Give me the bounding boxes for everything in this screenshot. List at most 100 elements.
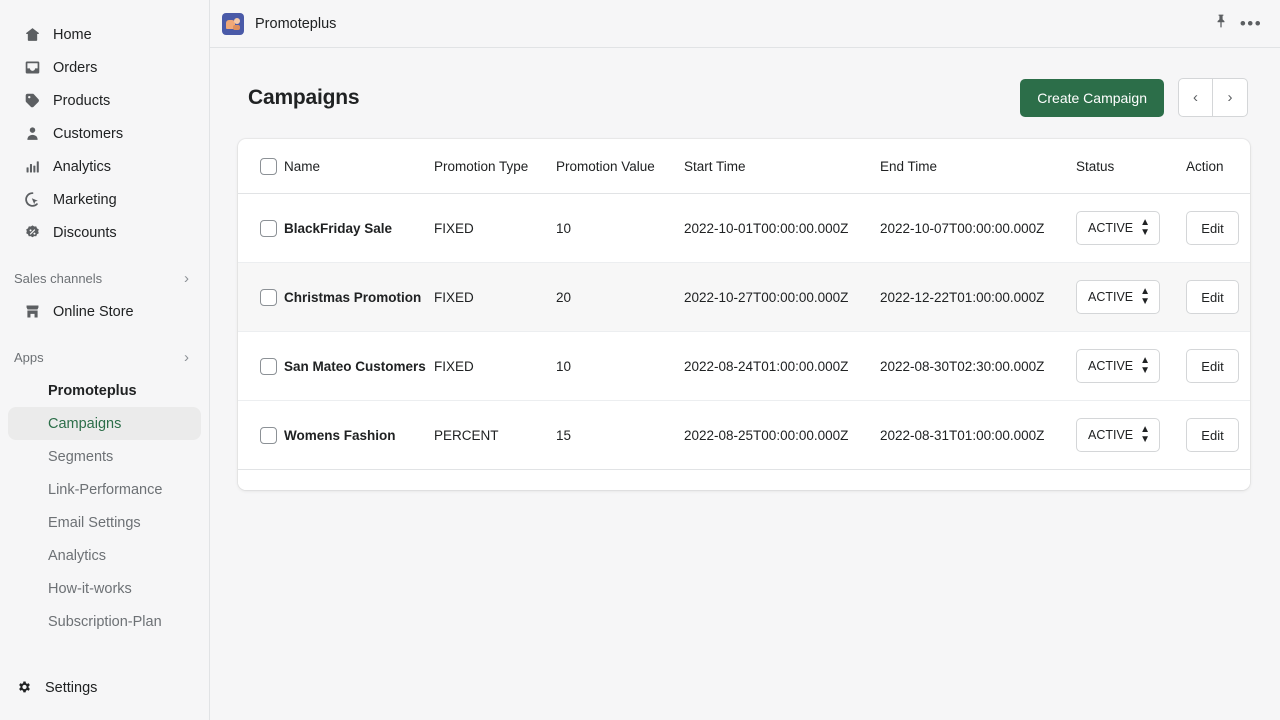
page-header: Campaigns Create Campaign ‹ › (238, 78, 1250, 117)
sidebar-subitem-label: Segments (48, 449, 113, 465)
select-arrows-icon: ▲▼ (1140, 218, 1150, 238)
sidebar-item-label: Analytics (53, 159, 111, 175)
sidebar: Home Orders Products Customers Analytics (0, 0, 210, 720)
apps-label: Apps (14, 350, 44, 365)
column-header-end-time[interactable]: End Time (880, 139, 1076, 194)
cell-end-time: 2022-12-22T01:00:00.000Z (880, 263, 1076, 332)
sidebar-item-label: Settings (45, 680, 97, 696)
row-checkbox[interactable] (260, 427, 277, 444)
row-checkbox[interactable] (260, 289, 277, 306)
campaigns-table-card: Name Promotion Type Promotion Value Star… (238, 139, 1250, 490)
cell-promotion-type: PERCENT (434, 401, 556, 470)
sidebar-item-label: Marketing (53, 192, 117, 208)
sidebar-subitem-label: Promoteplus (48, 383, 137, 399)
column-header-name[interactable]: Name (284, 139, 434, 194)
cell-promotion-value: 20 (556, 263, 684, 332)
status-select[interactable]: ACTIVE ▲▼ (1076, 211, 1160, 245)
orders-icon (22, 58, 42, 78)
sidebar-item-subscription-plan[interactable]: Subscription-Plan (8, 605, 201, 638)
status-select[interactable]: ACTIVE ▲▼ (1076, 418, 1160, 452)
cell-action: Edit (1186, 194, 1250, 263)
page-actions: Create Campaign ‹ › (1020, 78, 1248, 117)
column-header-status[interactable]: Status (1076, 139, 1186, 194)
person-icon (22, 124, 42, 144)
chevron-right-icon: › (184, 271, 193, 286)
cell-name: Christmas Promotion (284, 263, 434, 332)
sidebar-item-label: Products (53, 93, 110, 109)
cell-start-time: 2022-08-24T01:00:00.000Z (684, 332, 880, 401)
cell-status: ACTIVE ▲▼ (1076, 401, 1186, 470)
edit-button[interactable]: Edit (1186, 349, 1239, 383)
sidebar-subitem-label: Campaigns (48, 416, 121, 432)
sidebar-section-apps[interactable]: Apps › (8, 342, 201, 372)
row-checkbox[interactable] (260, 220, 277, 237)
cell-promotion-value: 10 (556, 194, 684, 263)
sidebar-item-link-performance[interactable]: Link-Performance (8, 473, 201, 506)
sidebar-item-customers[interactable]: Customers (8, 117, 201, 150)
row-select-cell (238, 194, 284, 263)
status-select-value: ACTIVE (1088, 290, 1133, 304)
column-header-promotion-value[interactable]: Promotion Value (556, 139, 684, 194)
app-chip[interactable]: Promoteplus (222, 13, 336, 35)
next-page-button[interactable]: › (1213, 78, 1248, 117)
cell-start-time: 2022-08-25T00:00:00.000Z (684, 401, 880, 470)
sidebar-item-online-store[interactable]: Online Store (8, 295, 201, 328)
sidebar-item-orders[interactable]: Orders (8, 51, 201, 84)
sales-channels-label: Sales channels (14, 271, 102, 286)
pushpin-icon (1213, 13, 1229, 34)
select-arrows-icon: ▲▼ (1140, 287, 1150, 307)
sidebar-item-marketing[interactable]: Marketing (8, 183, 201, 216)
pin-button[interactable] (1206, 9, 1236, 39)
cursor-target-icon (22, 190, 42, 210)
sidebar-item-promoteplus[interactable]: Promoteplus (8, 374, 201, 407)
status-select[interactable]: ACTIVE ▲▼ (1076, 349, 1160, 383)
sidebar-subitem-label: Email Settings (48, 515, 141, 531)
sidebar-item-analytics[interactable]: Analytics (8, 150, 201, 183)
cell-promotion-type: FIXED (434, 194, 556, 263)
cell-status: ACTIVE ▲▼ (1076, 263, 1186, 332)
sidebar-item-home[interactable]: Home (8, 18, 201, 51)
sidebar-item-email-settings[interactable]: Email Settings (8, 506, 201, 539)
cell-promotion-type: FIXED (434, 263, 556, 332)
edit-button[interactable]: Edit (1186, 211, 1239, 245)
prev-page-button[interactable]: ‹ (1178, 78, 1213, 117)
sidebar-item-settings[interactable]: Settings (0, 678, 210, 698)
cell-promotion-value: 10 (556, 332, 684, 401)
create-campaign-button[interactable]: Create Campaign (1020, 79, 1164, 117)
sidebar-section-sales-channels[interactable]: Sales channels › (8, 263, 201, 293)
cell-name: San Mateo Customers (284, 332, 434, 401)
row-select-cell (238, 401, 284, 470)
status-select[interactable]: ACTIVE ▲▼ (1076, 280, 1160, 314)
table-body: BlackFriday Sale FIXED 10 2022-10-01T00:… (238, 194, 1250, 470)
sidebar-item-app-analytics[interactable]: Analytics (8, 539, 201, 572)
promoteplus-app-icon (222, 13, 244, 35)
sidebar-item-label: Discounts (53, 225, 117, 241)
page-title: Campaigns (248, 86, 359, 110)
select-all-checkbox[interactable] (260, 158, 277, 175)
page-content: Campaigns Create Campaign ‹ › (210, 48, 1280, 720)
sidebar-item-campaigns[interactable]: Campaigns (8, 407, 201, 440)
sidebar-item-products[interactable]: Products (8, 84, 201, 117)
edit-button[interactable]: Edit (1186, 280, 1239, 314)
table-head: Name Promotion Type Promotion Value Star… (238, 139, 1250, 194)
app-title: Promoteplus (255, 16, 336, 32)
campaigns-table: Name Promotion Type Promotion Value Star… (238, 139, 1250, 470)
table-row: Womens Fashion PERCENT 15 2022-08-25T00:… (238, 401, 1250, 470)
column-header-action[interactable]: Action (1186, 139, 1250, 194)
bar-chart-icon (22, 157, 42, 177)
select-arrows-icon: ▲▼ (1140, 356, 1150, 376)
sidebar-item-label: Online Store (53, 304, 134, 320)
column-header-start-time[interactable]: Start Time (684, 139, 880, 194)
column-header-promotion-type[interactable]: Promotion Type (434, 139, 556, 194)
home-icon (22, 25, 42, 45)
cell-action: Edit (1186, 332, 1250, 401)
sidebar-item-segments[interactable]: Segments (8, 440, 201, 473)
sidebar-item-discounts[interactable]: Discounts (8, 216, 201, 249)
more-menu-button[interactable]: ••• (1236, 9, 1266, 39)
percent-badge-icon (22, 223, 42, 243)
edit-button[interactable]: Edit (1186, 418, 1239, 452)
row-checkbox[interactable] (260, 358, 277, 375)
cell-action: Edit (1186, 401, 1250, 470)
sidebar-item-how-it-works[interactable]: How-it-works (8, 572, 201, 605)
table-header-row: Name Promotion Type Promotion Value Star… (238, 139, 1250, 194)
